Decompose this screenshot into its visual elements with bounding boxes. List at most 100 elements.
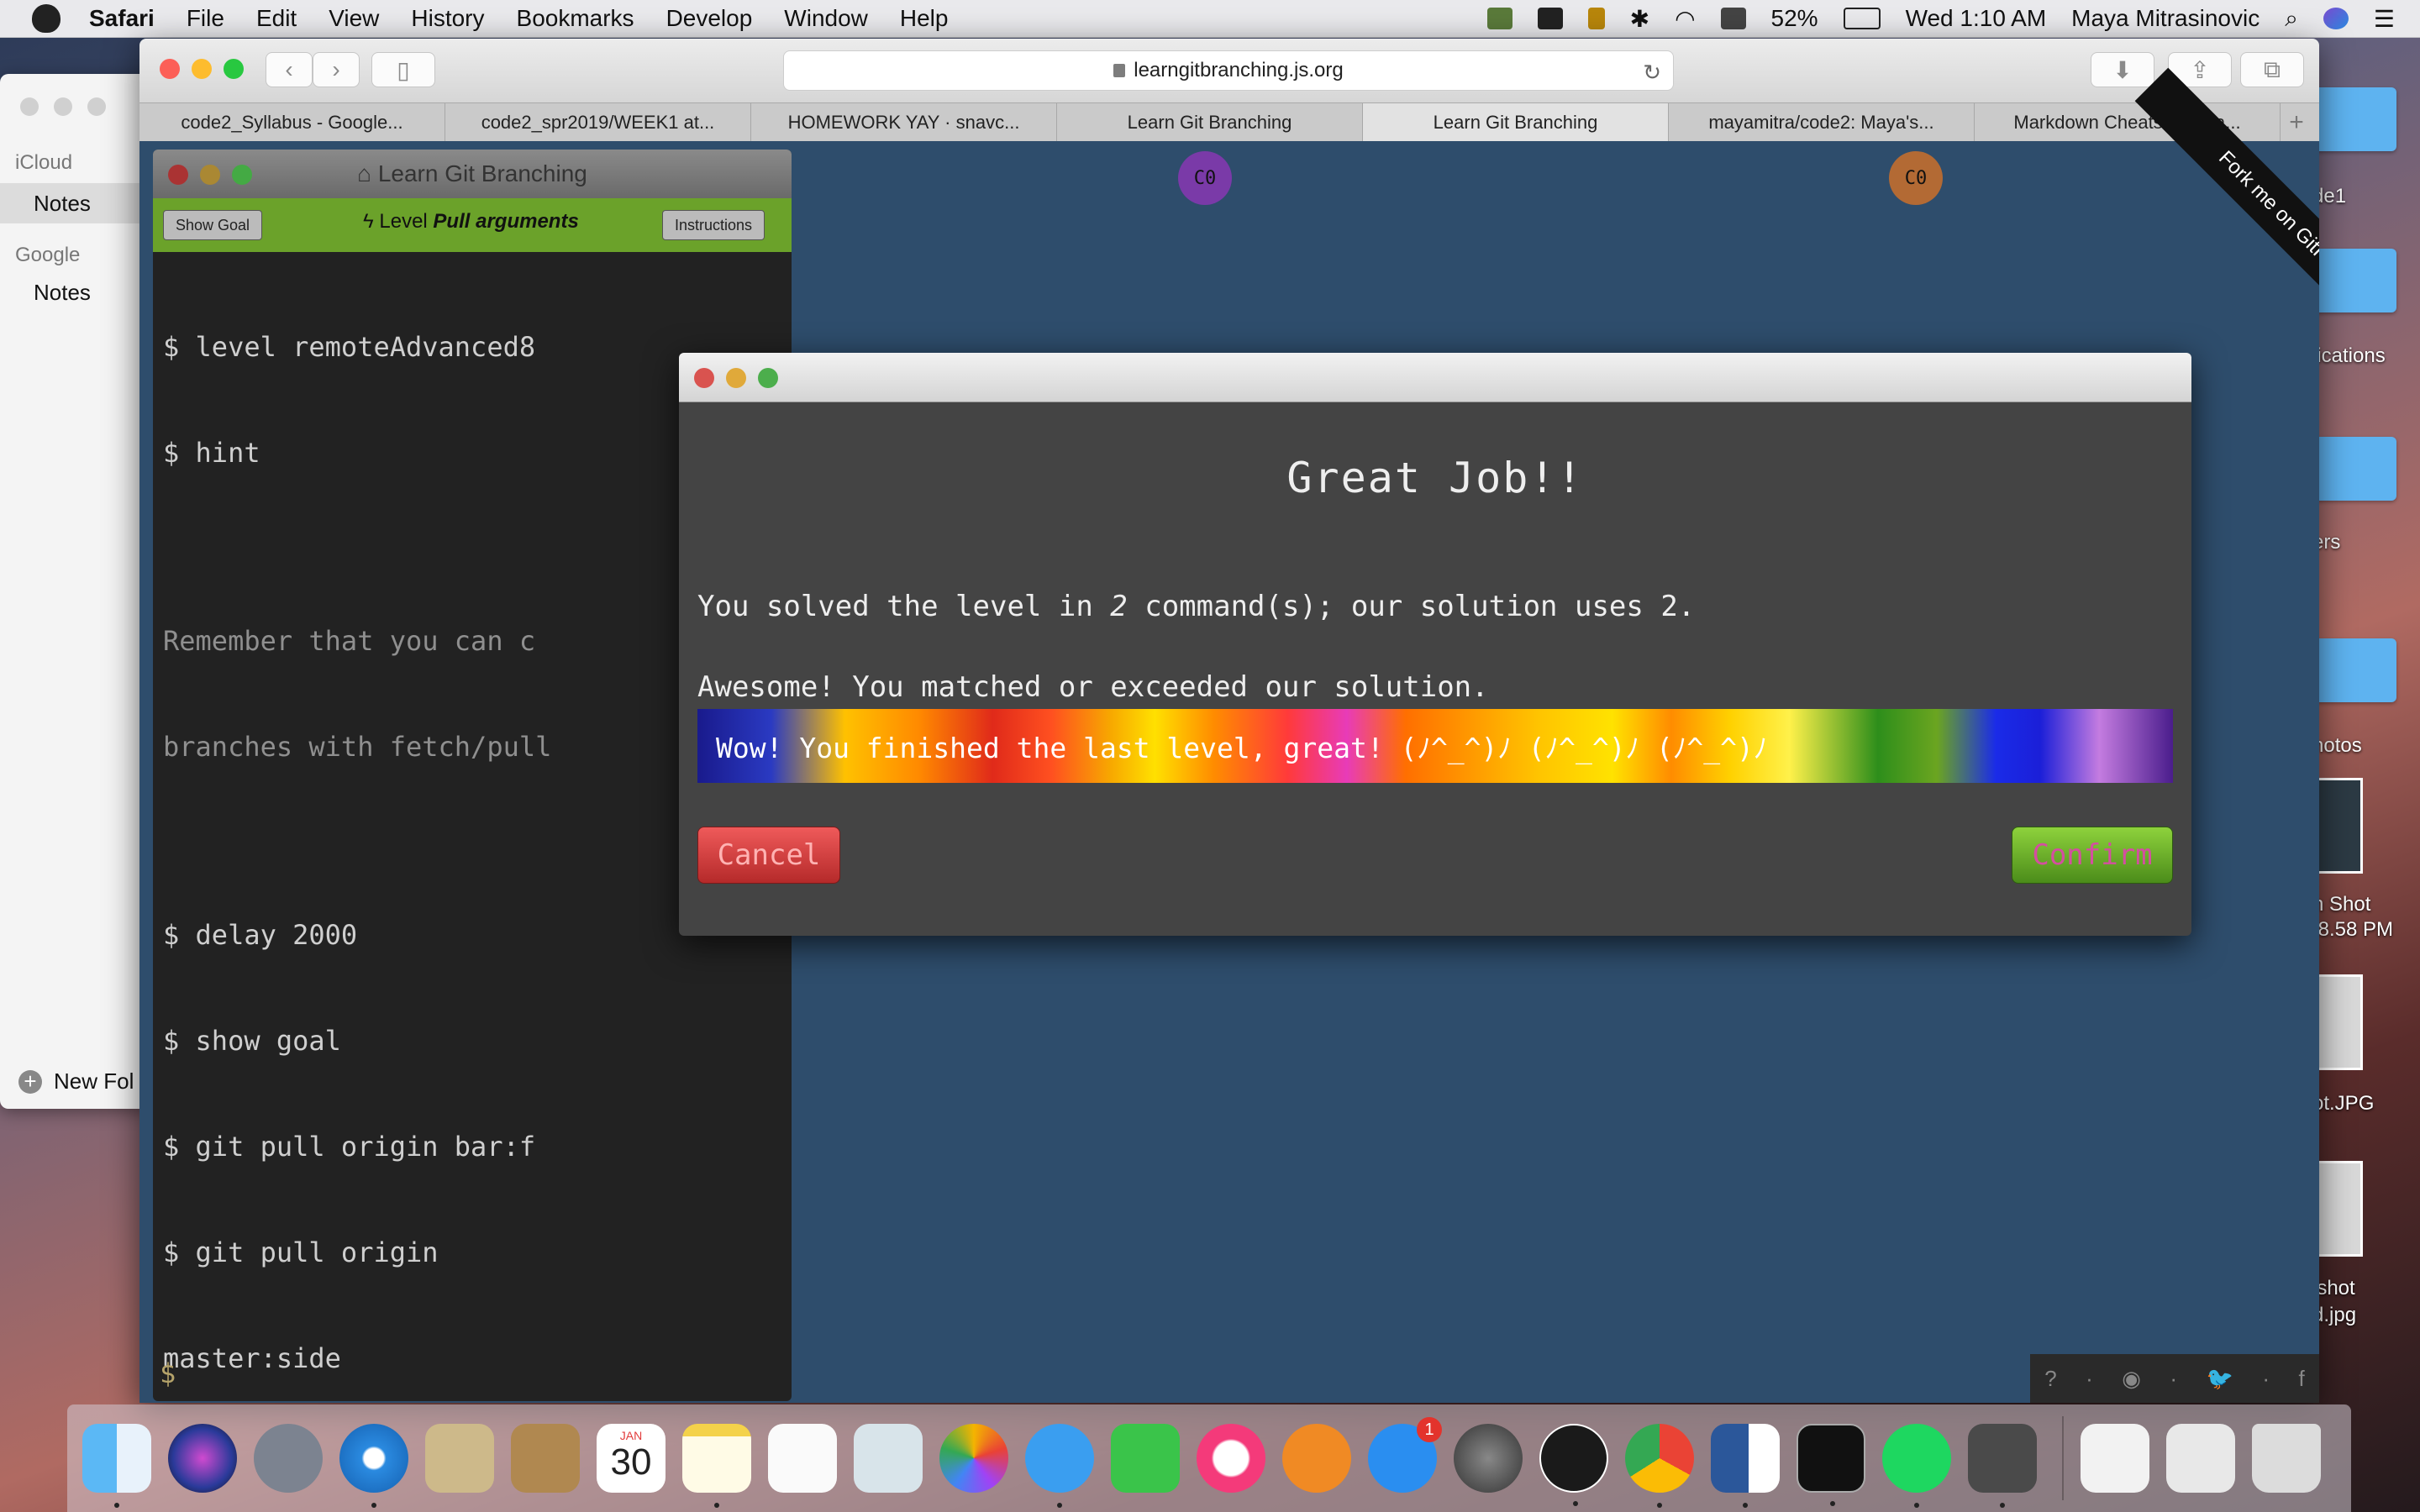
finder-icon[interactable] (82, 1424, 151, 1508)
window-minimize-button[interactable] (192, 59, 212, 79)
separator-dot: · (2170, 1365, 2178, 1391)
siri-icon[interactable] (168, 1424, 237, 1493)
menu-window[interactable]: Window (784, 5, 868, 32)
window-close-button[interactable] (160, 59, 180, 79)
trash-icon[interactable] (2252, 1424, 2321, 1493)
commit-node[interactable]: C0 (1889, 151, 1943, 205)
notes-icon[interactable] (682, 1424, 751, 1508)
notes-close-button[interactable] (20, 97, 39, 116)
commit-node[interactable]: C0 (1178, 151, 1232, 205)
window-zoom-button[interactable] (224, 59, 244, 79)
confirm-button[interactable]: Confirm (2012, 827, 2173, 884)
desktop-folder[interactable] (2312, 87, 2396, 151)
tab[interactable]: mayamitra/code2: Maya's... (1669, 103, 1975, 142)
airplay-icon[interactable] (1720, 8, 1746, 29)
word-icon[interactable] (1711, 1424, 1780, 1508)
ibooks-icon[interactable] (1282, 1424, 1351, 1493)
menu-app-name[interactable]: Safari (89, 5, 155, 32)
tab[interactable]: code2_Syllabus - Google... (139, 103, 445, 142)
menu-history[interactable]: History (411, 5, 484, 32)
desktop-photo-thumbnail[interactable] (2312, 974, 2363, 1070)
tab[interactable]: code2_spr2019/WEEK1 at... (445, 103, 751, 142)
menu-help[interactable]: Help (900, 5, 949, 32)
messages-icon[interactable] (1025, 1424, 1094, 1508)
desktop-screenshot-thumbnail[interactable] (2312, 778, 2363, 874)
downloads-stack-icon[interactable] (2166, 1424, 2235, 1493)
dialog-zoom-button[interactable] (758, 368, 778, 388)
dialog-close-button[interactable] (694, 368, 714, 388)
terminal-icon[interactable] (1797, 1424, 1865, 1506)
notes-minimize-button[interactable] (54, 97, 72, 116)
notes-folder-item[interactable]: Notes (0, 272, 151, 312)
dialog-minimize-button[interactable] (726, 368, 746, 388)
new-tab-button[interactable]: + (2281, 103, 2312, 142)
preview-icon[interactable] (854, 1424, 923, 1493)
address-bar[interactable]: learngitbranching.js.org ↻ (783, 50, 1674, 91)
reload-icon[interactable]: ↻ (1643, 60, 1661, 86)
solved-suffix: command(s); our solution uses 2. (1127, 590, 1696, 623)
facebook-icon[interactable]: f (2298, 1366, 2304, 1392)
forward-button[interactable]: › (313, 52, 360, 87)
chrome-icon[interactable] (1625, 1424, 1694, 1508)
downloads-button[interactable]: ⬇ (2091, 52, 2154, 87)
spotify-icon[interactable] (1882, 1424, 1951, 1508)
mail-icon[interactable] (425, 1424, 494, 1493)
desktop-folder[interactable] (2312, 638, 2396, 702)
menubar-clock[interactable]: Wed 1:10 AM (1906, 5, 2047, 32)
reminders-icon[interactable] (768, 1424, 837, 1493)
app-store-icon[interactable]: 1 (1368, 1417, 1442, 1493)
cancel-button[interactable]: Cancel (697, 827, 840, 884)
back-button[interactable]: ‹ (266, 52, 313, 87)
globe-icon[interactable]: ◉ (2122, 1366, 2141, 1392)
menu-bookmarks[interactable]: Bookmarks (517, 5, 634, 32)
menu-file[interactable]: File (187, 5, 224, 32)
screenshot-tool-icon[interactable] (1486, 8, 1512, 29)
menu-edit[interactable]: Edit (256, 5, 297, 32)
notification-center-icon[interactable]: ☰ (2374, 5, 2395, 33)
new-folder-label: New Fol (54, 1068, 134, 1094)
desktop-folder[interactable] (2312, 437, 2396, 501)
menu-bar: Safari File Edit View History Bookmarks … (0, 0, 2420, 38)
bbedit-icon[interactable] (1539, 1424, 1608, 1506)
terminal-line: $ git pull origin (163, 1236, 439, 1268)
safari-icon[interactable] (339, 1424, 408, 1508)
photos-icon[interactable] (939, 1424, 1008, 1493)
desktop-photo-thumbnail[interactable] (2312, 1161, 2363, 1257)
shield-icon[interactable] (1587, 8, 1605, 29)
document-stack-icon[interactable] (2081, 1424, 2149, 1493)
itunes-icon[interactable] (1197, 1424, 1265, 1493)
contacts-icon[interactable] (511, 1424, 580, 1493)
notes-window: iCloud Notes Google Notes + New Fol (0, 74, 151, 1109)
dropbox-icon[interactable] (1537, 8, 1563, 29)
battery-icon[interactable] (1843, 8, 1881, 29)
facetime-icon[interactable] (1111, 1424, 1180, 1493)
desktop-folder[interactable] (2312, 249, 2396, 312)
apple-menu-icon[interactable] (32, 4, 60, 33)
launchpad-icon[interactable] (254, 1424, 323, 1493)
notes-folder-item[interactable]: Notes (0, 183, 151, 223)
sublime-text-icon[interactable] (1968, 1424, 2037, 1508)
sidebar-toggle-button[interactable]: ▯ (371, 52, 435, 87)
notes-zoom-button[interactable] (87, 97, 106, 116)
separator-dot: · (2262, 1365, 2270, 1391)
menu-develop[interactable]: Develop (666, 5, 753, 32)
new-folder-button[interactable]: + New Fol (18, 1068, 134, 1095)
spotlight-search-icon[interactable]: ⌕ (2285, 5, 2298, 33)
terminal-prompt[interactable]: $ (160, 1357, 176, 1389)
menubar-user[interactable]: Maya Mitrasinovic (2071, 5, 2260, 32)
calendar-icon[interactable]: JAN 30 (597, 1424, 666, 1493)
menu-view[interactable]: View (329, 5, 379, 32)
show-goal-button[interactable]: Show Goal (163, 210, 263, 240)
system-preferences-icon[interactable] (1454, 1424, 1523, 1493)
tab[interactable]: HOMEWORK YAY · snavc... (751, 103, 1057, 142)
bluetooth-icon[interactable]: ✱ (1630, 5, 1649, 33)
battery-percent[interactable]: 52% (1771, 5, 1818, 32)
tab[interactable]: Learn Git Branching (1057, 103, 1363, 142)
twitter-icon[interactable]: 🐦 (2207, 1366, 2233, 1392)
tab-active[interactable]: Learn Git Branching (1363, 103, 1669, 142)
instructions-button[interactable]: Instructions (662, 210, 765, 240)
wifi-icon[interactable]: ◠ (1675, 5, 1695, 33)
siri-icon[interactable] (2323, 8, 2349, 29)
help-icon[interactable]: ? (2044, 1366, 2056, 1392)
tab-overview-button[interactable]: ⧉ (2240, 52, 2304, 87)
